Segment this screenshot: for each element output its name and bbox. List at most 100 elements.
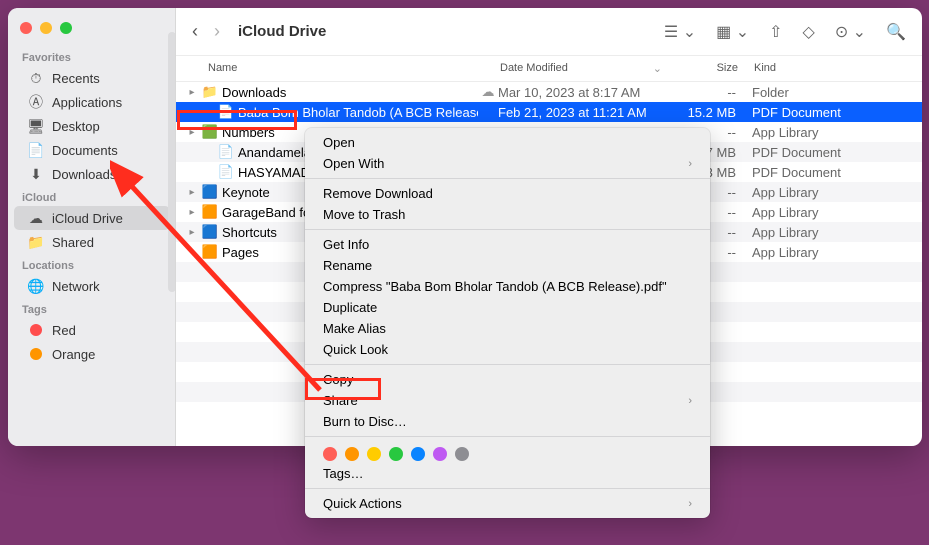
col-name[interactable]: Name (208, 62, 500, 75)
file-name: Baba Bom Bholar Tandob (A BCB Release).p… (238, 105, 478, 120)
color-tag-icon[interactable] (411, 447, 425, 461)
sidebar-item-label: Downloads (52, 167, 116, 182)
disclosure-icon[interactable]: ▸ (186, 87, 198, 98)
zoom-icon[interactable] (60, 22, 72, 34)
file-kind: App Library (752, 125, 906, 140)
menu-label: Burn to Disc… (323, 414, 407, 429)
menu-label: Duplicate (323, 300, 377, 315)
color-tag-icon[interactable] (323, 447, 337, 461)
menu-label: Rename (323, 258, 372, 273)
group-icon[interactable]: ▦ ⌄ (716, 22, 749, 42)
section-label: Locations (8, 254, 176, 274)
forward-button[interactable]: › (214, 21, 220, 42)
scrollbar[interactable] (168, 32, 176, 292)
menu-rename[interactable]: Rename (305, 255, 710, 276)
file-kind: PDF Document (752, 145, 906, 160)
file-icon: 🟦 (202, 224, 218, 240)
sidebar-item-red[interactable]: Red (14, 318, 170, 342)
sidebar-item-desktop[interactable]: 🖥 Desktop (14, 114, 170, 138)
disclosure-icon[interactable]: ▸ (186, 227, 198, 238)
tag-icon[interactable]: ◇ (803, 22, 815, 42)
clock-icon: ⏱ (28, 70, 44, 86)
file-kind: App Library (752, 245, 906, 260)
window-controls (8, 18, 176, 46)
sidebar-item-icloud-drive[interactable]: ☁ iCloud Drive (14, 206, 170, 230)
menu-copy[interactable]: Copy (305, 369, 710, 390)
menu-remove-download[interactable]: Remove Download (305, 183, 710, 204)
file-row[interactable]: ▸📁Downloads☁Mar 10, 2023 at 8:17 AM--Fol… (176, 82, 922, 102)
sidebar-item-orange[interactable]: Orange (14, 342, 170, 366)
sidebar-item-recents[interactable]: ⏱ Recents (14, 66, 170, 90)
menu-label: Compress "Baba Bom Bholar Tandob (A BCB … (323, 279, 667, 294)
sidebar-item-label: Applications (52, 95, 122, 110)
sidebar-item-label: Recents (52, 71, 100, 86)
column-headers[interactable]: Name Date Modified⌄ Size Kind (176, 56, 922, 82)
color-tag-icon[interactable] (433, 447, 447, 461)
file-icon: 🟧 (202, 204, 218, 220)
sidebar-item-network[interactable]: 🌐Network (14, 274, 170, 298)
disclosure-icon[interactable]: ▸ (186, 207, 198, 218)
menu-open-with[interactable]: Open With › (305, 153, 710, 174)
menu-make-alias[interactable]: Make Alias (305, 318, 710, 339)
file-name: Downloads (222, 85, 478, 100)
search-icon[interactable]: 🔍 (886, 22, 906, 42)
sort-indicator: ⌄ (653, 62, 662, 75)
context-menu: Open Open With › Remove DownloadMove to Tra… (305, 128, 710, 518)
menu-label: Get Info (323, 237, 369, 252)
menu-open[interactable]: Open (305, 132, 710, 153)
sidebar: Favorites ⏱ Recents ⒶApplications 🖥 Desktop 📄 D… (8, 8, 176, 446)
menu-label: Quick Look (323, 342, 388, 357)
file-kind: App Library (752, 185, 906, 200)
menu-label: Open With (323, 156, 384, 171)
doc-icon: 📄 (28, 142, 44, 158)
sidebar-item-applications[interactable]: ⒶApplications (14, 90, 170, 114)
col-size[interactable]: Size (674, 62, 754, 75)
disclosure-icon[interactable]: ▸ (186, 127, 198, 138)
menu-label: Share (323, 393, 358, 408)
menu-tags[interactable]: Tags… (305, 463, 710, 484)
sidebar-item-label: Documents (52, 143, 118, 158)
sidebar-item-label: Red (52, 323, 76, 338)
file-row[interactable]: 📄Baba Bom Bholar Tandob (A BCB Release).… (176, 102, 922, 122)
disclosure-icon[interactable]: ▸ (186, 187, 198, 198)
close-icon[interactable] (20, 22, 32, 34)
file-kind: PDF Document (752, 105, 906, 120)
menu-share[interactable]: Share› (305, 390, 710, 411)
color-tag-row (305, 441, 710, 463)
menu-duplicate[interactable]: Duplicate (305, 297, 710, 318)
sidebar-item-shared[interactable]: 📁Shared (14, 230, 170, 254)
section-label: iCloud (8, 186, 176, 206)
chevron-right-icon: › (688, 158, 692, 170)
sidebar-item-label: iCloud Drive (52, 211, 123, 226)
window-title: iCloud Drive (238, 23, 652, 40)
sidebar-item-downloads[interactable]: ⬇ Downloads (14, 162, 170, 186)
menu-move-to-trash[interactable]: Move to Trash (305, 204, 710, 225)
color-tag-icon[interactable] (345, 447, 359, 461)
toolbar: ‹ › iCloud Drive ☰ ⌄ ▦ ⌄ ⇧ ◇ ⊙ ⌄ 🔍 (176, 8, 922, 56)
back-button[interactable]: ‹ (192, 21, 198, 42)
col-kind[interactable]: Kind (754, 62, 906, 75)
menu-burn-to-disc[interactable]: Burn to Disc… (305, 411, 710, 432)
cloud-icon: ☁ (28, 210, 44, 226)
menu-compress-baba-bom-bholar-tandob-a-bcb-release-pdf[interactable]: Compress "Baba Bom Bholar Tandob (A BCB … (305, 276, 710, 297)
action-icon[interactable]: ⊙ ⌄ (835, 22, 866, 42)
color-tag-icon[interactable] (367, 447, 381, 461)
sidebar-item-label: Desktop (52, 119, 100, 134)
menu-quick-actions[interactable]: Quick Actions› (305, 493, 710, 514)
down-icon: ⬇ (28, 166, 44, 182)
color-tag-icon[interactable] (455, 447, 469, 461)
menu-quick-look[interactable]: Quick Look (305, 339, 710, 360)
view-list-icon[interactable]: ☰ ⌄ (664, 22, 696, 42)
share-icon[interactable]: ⇧ (769, 22, 782, 42)
section-label: Favorites (8, 46, 176, 66)
file-size: 15.2 MB (672, 105, 752, 120)
file-date: Mar 10, 2023 at 8:17 AM (498, 85, 672, 100)
color-tag-icon[interactable] (389, 447, 403, 461)
sidebar-item-documents[interactable]: 📄 Documents (14, 138, 170, 162)
menu-get-info[interactable]: Get Info (305, 234, 710, 255)
minimize-icon[interactable] (40, 22, 52, 34)
sidebar-item-label: Network (52, 279, 100, 294)
file-icon: 🟧 (202, 244, 218, 260)
tag-dot-icon (28, 322, 44, 338)
desktop-icon: 🖥 (28, 118, 44, 134)
